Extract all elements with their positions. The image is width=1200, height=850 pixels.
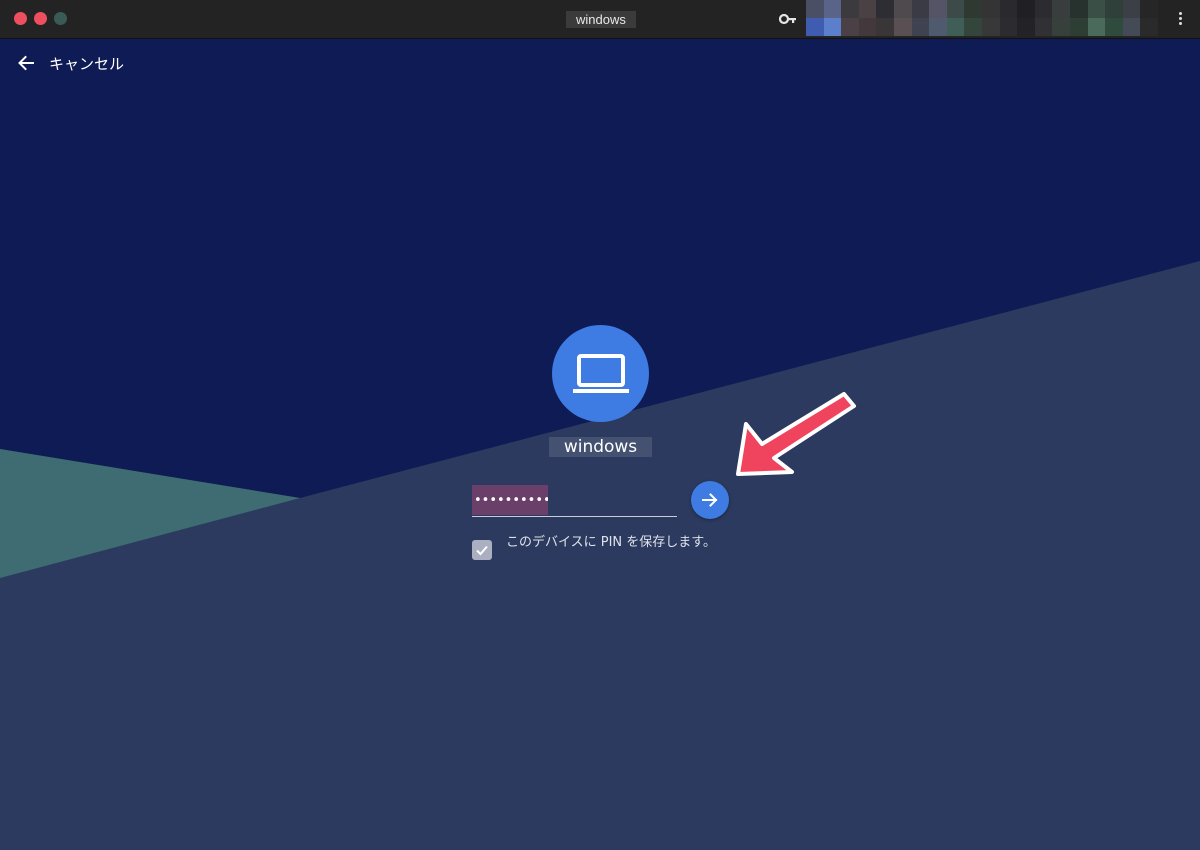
minimize-window-button[interactable] <box>34 12 47 25</box>
pin-field <box>472 485 677 517</box>
arrow-right-icon <box>702 493 718 507</box>
window-title: windows <box>566 11 636 28</box>
close-window-button[interactable] <box>14 12 27 25</box>
more-vertical-icon[interactable] <box>1172 10 1188 28</box>
blurred-account-area <box>806 0 1158 36</box>
annotation-arrow <box>736 392 856 476</box>
title-bar: windows <box>0 0 1200 39</box>
arrow-left-icon <box>18 55 34 71</box>
key-icon[interactable] <box>779 12 797 26</box>
save-pin-checkbox[interactable] <box>472 540 492 560</box>
cancel-button[interactable]: キャンセル <box>16 52 124 74</box>
username-label: windows <box>549 437 652 457</box>
maximize-window-button[interactable] <box>54 12 67 25</box>
check-icon <box>476 545 488 556</box>
laptop-icon <box>572 353 629 393</box>
save-pin-label: このデバイスに PIN を保存します。 <box>506 535 716 550</box>
cancel-label: キャンセル <box>49 54 125 73</box>
pin-input[interactable] <box>472 485 548 515</box>
submit-button[interactable] <box>691 481 729 519</box>
device-avatar <box>552 325 649 422</box>
